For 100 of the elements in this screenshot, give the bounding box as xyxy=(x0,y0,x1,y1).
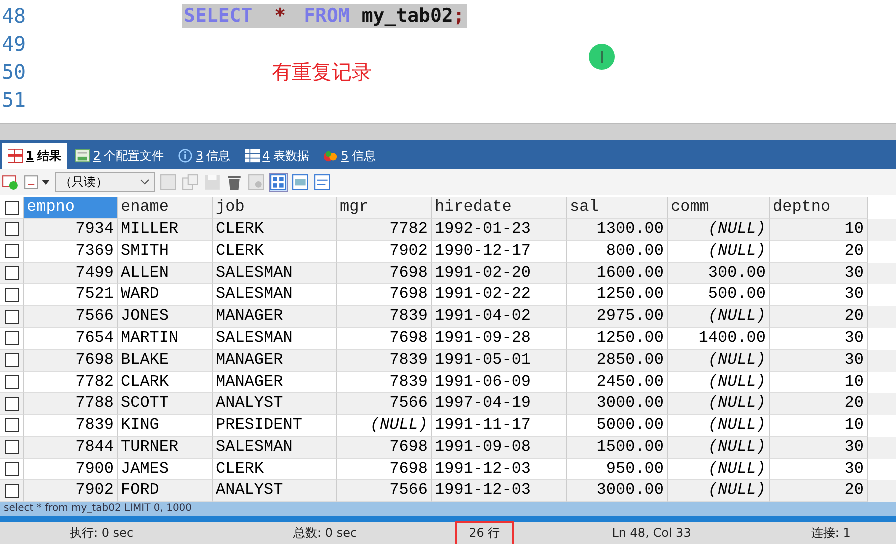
table-cell: MILLER xyxy=(118,218,213,241)
table-cell: CLERK xyxy=(213,218,337,241)
checkbox[interactable] xyxy=(4,244,18,258)
checkbox[interactable] xyxy=(4,266,18,280)
query-text: select * from my_tab02 LIMIT 0, 1000 xyxy=(4,503,192,514)
status-text: 总数: 0 sec xyxy=(294,524,358,542)
trash-icon[interactable] xyxy=(226,174,243,191)
table-cell: 30 xyxy=(770,262,868,284)
column-header[interactable]: ename xyxy=(118,197,213,219)
column-header[interactable]: deptno xyxy=(770,197,868,219)
table-cell: 3000.00 xyxy=(567,393,668,416)
table-cell: 7566 xyxy=(337,393,432,416)
checkbox[interactable] xyxy=(4,396,18,411)
line-number: 49 xyxy=(1,32,28,56)
column-header[interactable]: comm xyxy=(668,197,770,219)
info-icon xyxy=(178,149,193,164)
table-cell: JONES xyxy=(118,306,213,328)
table-cell: SALESMAN xyxy=(213,262,337,284)
table-cell: (NULL) xyxy=(668,306,770,328)
table-cell: 2850.00 xyxy=(567,350,668,372)
checkbox[interactable] xyxy=(4,353,18,368)
table-cell: 20 xyxy=(770,306,868,328)
table-cell: 1300.00 xyxy=(567,218,668,241)
column-header[interactable]: hiredate xyxy=(432,197,567,219)
cursor-highlight-icon xyxy=(589,44,615,70)
table-cell: 7839 xyxy=(337,306,432,328)
table-cell: 1600.00 xyxy=(567,262,668,284)
table-cell: 30 xyxy=(770,436,868,459)
table-cell: 2975.00 xyxy=(567,306,668,328)
checkbox[interactable] xyxy=(4,288,18,302)
table-cell: ALLEN xyxy=(118,262,213,284)
table-cell: 30 xyxy=(770,350,868,372)
checkbox[interactable] xyxy=(4,222,18,236)
status-text: 26 行 xyxy=(457,522,512,544)
line-number: 51 xyxy=(1,88,28,112)
annotation-text: 有重复记录 xyxy=(272,58,372,86)
table-cell: MANAGER xyxy=(213,350,337,372)
caret-icon[interactable] xyxy=(42,178,50,186)
table-cell: 7698 xyxy=(24,350,118,372)
table-cell: 7782 xyxy=(337,218,432,241)
table-cell: 1991-09-08 xyxy=(432,436,567,459)
chevron-icon[interactable] xyxy=(140,179,150,186)
grid-icon xyxy=(8,149,23,164)
table-cell: 7566 xyxy=(24,306,118,328)
table-icon xyxy=(244,149,260,164)
table-cell: 1991-02-20 xyxy=(432,262,567,284)
pie-chart-icon xyxy=(323,149,338,164)
table-cell: ANALYST xyxy=(213,393,337,416)
column-header[interactable]: job xyxy=(213,197,337,219)
table-cell: 7698 xyxy=(337,262,432,284)
table-cell: 7698 xyxy=(337,436,432,459)
table-cell: TURNER xyxy=(118,436,213,459)
table-cell: 1991-05-01 xyxy=(432,350,567,372)
checkbox[interactable] xyxy=(4,374,18,389)
report-icon xyxy=(75,149,90,164)
line-number: 48 xyxy=(1,4,28,28)
table-cell: 1991-04-02 xyxy=(432,306,567,328)
table-cell: 7839 xyxy=(337,350,432,372)
table-cell: BLAKE xyxy=(118,350,213,372)
checkbox[interactable] xyxy=(4,462,18,476)
checkbox[interactable] xyxy=(4,418,18,432)
table-cell: (NULL) xyxy=(668,350,770,372)
selected-sql-statement: SELECT * FROM my_tab02; xyxy=(182,4,467,28)
status-text: Ln 48, Col 33 xyxy=(612,526,692,540)
result-tab[interactable]: 5 信息 xyxy=(317,143,382,170)
result-tab[interactable]: 3 信息 xyxy=(172,143,237,170)
result-tab[interactable]: 1 结果 xyxy=(2,143,68,170)
result-tab[interactable]: 2 个配置文件 xyxy=(69,143,170,170)
mode-dropdown[interactable]: （只读） xyxy=(55,172,155,192)
table-cell: 7844 xyxy=(24,436,118,459)
checkbox[interactable] xyxy=(4,440,18,454)
line-number: 50 xyxy=(1,60,28,84)
table-cell: 20 xyxy=(770,393,868,416)
result-tab[interactable]: 4 表数据 xyxy=(238,143,316,170)
table-cell: SALESMAN xyxy=(213,436,337,459)
table-cell: (NULL) xyxy=(668,218,770,241)
table-cell: 7499 xyxy=(24,262,118,284)
table-cell: 10 xyxy=(770,218,868,241)
table-cell: SCOTT xyxy=(118,393,213,416)
checkbox[interactable] xyxy=(4,200,18,215)
table-cell: 1997-04-19 xyxy=(432,393,567,416)
table-cell: 7934 xyxy=(24,218,118,241)
column-header[interactable]: mgr xyxy=(337,197,432,219)
view-mode-icon[interactable] xyxy=(292,174,309,191)
table-cell: 1992-01-23 xyxy=(432,218,567,241)
checkbox[interactable] xyxy=(4,331,18,346)
horizontal-scrollbar[interactable] xyxy=(0,122,896,140)
status-text: 连接: 1 xyxy=(811,524,851,542)
view-mode-icon[interactable] xyxy=(270,174,287,191)
table-cell: 300.00 xyxy=(668,262,770,284)
column-header[interactable]: sal xyxy=(567,197,668,219)
table-cell: (NULL) xyxy=(668,393,770,416)
status-text: 执行: 0 sec xyxy=(70,524,134,542)
table-cell: 7788 xyxy=(24,393,118,416)
table-cell: (NULL) xyxy=(668,436,770,459)
add-row-icon[interactable] xyxy=(2,174,19,191)
checkbox[interactable] xyxy=(4,310,18,324)
table-cell: MANAGER xyxy=(213,306,337,328)
view-mode-icon[interactable] xyxy=(314,174,331,191)
checkbox[interactable] xyxy=(4,484,18,498)
